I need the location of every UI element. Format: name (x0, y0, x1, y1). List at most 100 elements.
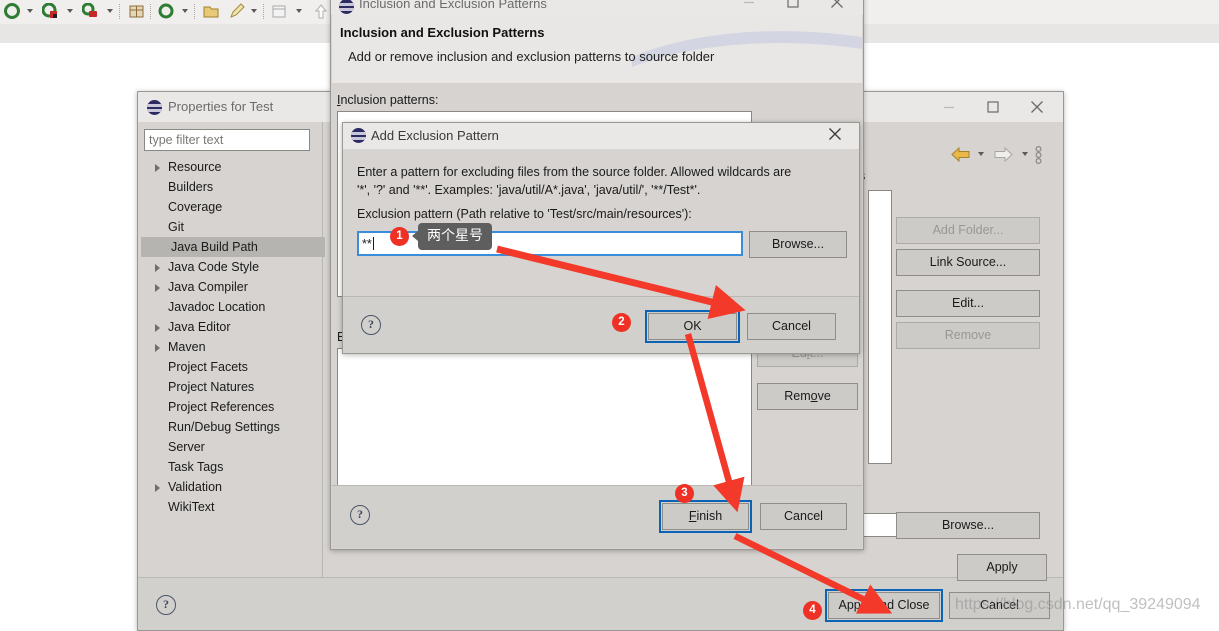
wizard-header: Inclusion and Exclusion Patterns Add or … (332, 15, 862, 84)
filter-input[interactable]: type filter text (144, 129, 310, 151)
chevron-right-icon[interactable] (155, 284, 160, 292)
wizard-help-icon[interactable]: ? (350, 505, 370, 525)
tree-item-label: Validation (168, 480, 222, 494)
wizard-titlebar[interactable]: Inclusion and Exclusion Patterns (331, 0, 863, 15)
text-caret (372, 237, 374, 250)
back-arrow-icon[interactable] (951, 146, 970, 165)
watermark: https://blog.csdn.net/qq_39249094 (955, 596, 1201, 613)
tree-item-label: WikiText (168, 500, 215, 514)
add-exclusion-desc-line1: Enter a pattern for excluding files from… (357, 165, 792, 179)
tree-item-coverage[interactable]: Coverage (141, 197, 325, 217)
arrow-up-icon[interactable] (313, 3, 330, 20)
run-icon[interactable] (41, 2, 59, 20)
tree-item-task-tags[interactable]: Task Tags (141, 457, 325, 477)
eclipse-logo-icon (351, 128, 366, 143)
search-icon[interactable] (158, 3, 175, 20)
chevron-down-icon[interactable] (296, 9, 302, 13)
chevron-down-icon[interactable] (27, 9, 33, 13)
debug-icon[interactable] (4, 3, 21, 20)
add-exclusion-help-icon[interactable]: ? (361, 315, 381, 335)
table-icon[interactable] (271, 3, 288, 20)
help-icon[interactable]: ? (156, 595, 176, 615)
tree-item-label: Resource (168, 160, 222, 174)
tree-item-resource[interactable]: Resource (141, 157, 325, 177)
tree-item-git[interactable]: Git (141, 217, 325, 237)
step-badge-3: 3 (675, 484, 694, 503)
asterisk-tooltip: 两个星号 (412, 223, 492, 250)
build-path-listbox[interactable] (868, 190, 892, 464)
chevron-down-icon[interactable] (107, 9, 113, 13)
toolbar-separator (263, 4, 265, 19)
tree-item-java-code-style[interactable]: Java Code Style (141, 257, 325, 277)
maximize-button[interactable] (971, 92, 1015, 122)
properties-browse-button[interactable]: Browse... (896, 512, 1040, 539)
tree-item-server[interactable]: Server (141, 437, 325, 457)
tree-item-java-editor[interactable]: Java Editor (141, 317, 325, 337)
wizard-minimize-button[interactable] (727, 0, 771, 15)
add-exclusion-close-button[interactable] (813, 121, 857, 147)
wizard-remove-label: Remove (784, 389, 831, 404)
new-package-icon[interactable] (128, 3, 145, 20)
tree-item-project-natures[interactable]: Project Natures (141, 377, 325, 397)
eclipse-logo-icon (147, 100, 162, 115)
properties-title: Properties for Test (168, 99, 274, 114)
properties-footer: ? Apply and Close Cancel (138, 577, 1063, 630)
chevron-right-icon[interactable] (155, 484, 160, 492)
wizard-remove-button[interactable]: Remove (757, 383, 858, 410)
add-exclusion-cancel-button[interactable]: Cancel (747, 313, 836, 340)
wizard-close-button[interactable] (815, 0, 859, 15)
tree-item-wikitext[interactable]: WikiText (141, 497, 325, 517)
tree-item-project-facets[interactable]: Project Facets (141, 357, 325, 377)
tree-item-maven[interactable]: Maven (141, 337, 325, 357)
properties-tree[interactable]: Resource Builders Coverage Git Java Build Pa… (141, 157, 325, 517)
chevron-down-icon[interactable] (67, 9, 73, 13)
apply-button[interactable]: Apply (957, 554, 1047, 581)
tree-item-label: Run/Debug Settings (168, 420, 280, 434)
tree-item-builders[interactable]: Builders (141, 177, 325, 197)
exclusion-pattern-value: ** (362, 236, 372, 251)
ok-button[interactable]: OK (645, 310, 740, 343)
apply-and-close-button[interactable]: Apply and Close (825, 589, 943, 622)
tree-item-label: Javadoc Location (168, 300, 266, 314)
chevron-right-icon[interactable] (155, 164, 160, 172)
tree-item-label: Task Tags (168, 460, 224, 474)
open-folder-icon[interactable] (203, 3, 220, 20)
forward-dropdown-icon[interactable] (1022, 152, 1028, 156)
minimize-button[interactable] (927, 92, 971, 122)
back-dropdown-icon[interactable] (978, 152, 984, 156)
tree-item-java-build-path[interactable]: Java Build Path (141, 237, 325, 257)
wizard-subheading: Add or remove inclusion and exclusion pa… (348, 49, 715, 64)
add-folder-button[interactable]: Add Folder... (896, 217, 1040, 244)
wizard-maximize-button[interactable] (771, 0, 815, 15)
pencil-icon[interactable] (228, 3, 245, 20)
add-exclusion-title: Add Exclusion Pattern (371, 128, 499, 143)
properties-remove-button[interactable]: Remove (896, 322, 1040, 349)
tree-item-java-compiler[interactable]: Java Compiler (141, 277, 325, 297)
add-exclusion-footer: ? OK Cancel (343, 296, 859, 353)
chevron-down-icon[interactable] (251, 9, 257, 13)
view-menu-dots-icon[interactable] (1034, 145, 1043, 167)
tree-item-validation[interactable]: Validation (141, 477, 325, 497)
properties-edit-button[interactable]: Edit... (896, 290, 1040, 317)
add-exclusion-titlebar[interactable]: Add Exclusion Pattern (343, 123, 859, 150)
wizard-cancel-button[interactable]: Cancel (760, 503, 847, 530)
add-exclusion-body: Enter a pattern for excluding files from… (343, 149, 859, 353)
chevron-right-icon[interactable] (155, 344, 160, 352)
add-exclusion-browse-button[interactable]: Browse... (749, 231, 847, 258)
step-badge-4: 4 (803, 601, 822, 620)
finish-button[interactable]: Finish (659, 500, 752, 533)
coverage-icon[interactable] (81, 2, 99, 20)
tree-item-run-debug-settings[interactable]: Run/Debug Settings (141, 417, 325, 437)
chevron-right-icon[interactable] (155, 264, 160, 272)
chevron-down-icon[interactable] (182, 9, 188, 13)
tree-item-javadoc-location[interactable]: Javadoc Location (141, 297, 325, 317)
eclipse-logo-icon (339, 0, 354, 14)
toolbar-separator (194, 4, 196, 19)
tree-item-label: Project References (168, 400, 275, 414)
tree-item-project-references[interactable]: Project References (141, 397, 325, 417)
close-button[interactable] (1015, 92, 1059, 122)
toolbar-separator (150, 4, 152, 19)
link-source-button[interactable]: Link Source... (896, 249, 1040, 276)
forward-arrow-icon[interactable] (994, 146, 1013, 165)
chevron-right-icon[interactable] (155, 324, 160, 332)
